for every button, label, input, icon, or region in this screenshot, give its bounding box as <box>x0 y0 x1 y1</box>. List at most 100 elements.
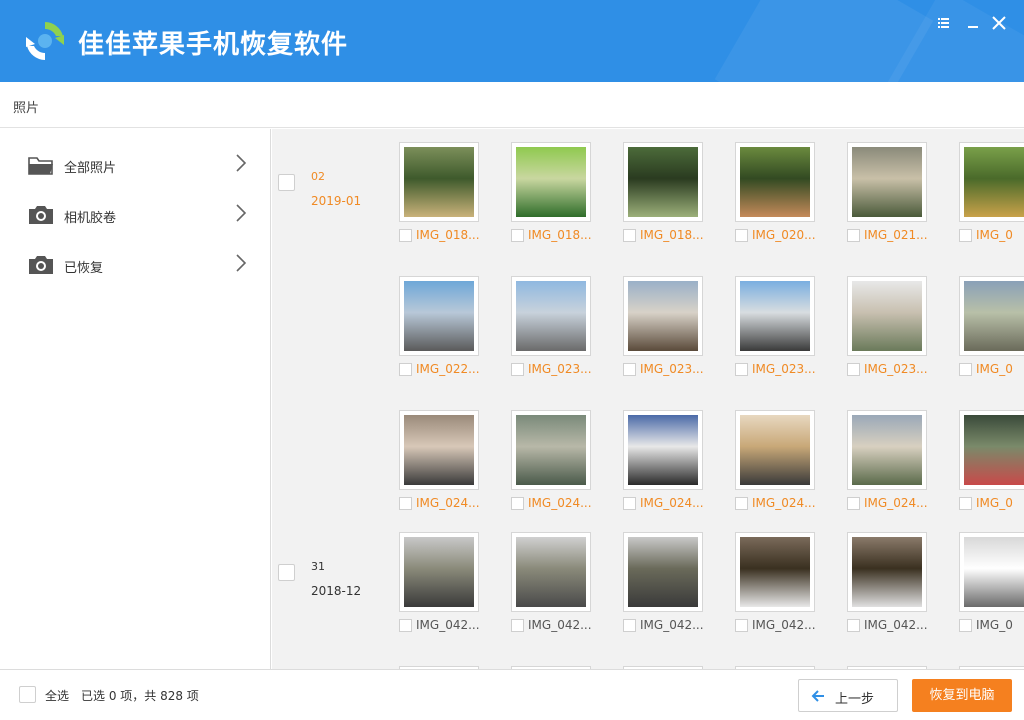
breadcrumb-label: 照片 <box>13 101 40 116</box>
select-all-checkbox[interactable] <box>19 686 36 703</box>
photo-thumbnail[interactable] <box>511 410 591 490</box>
photo-thumbnail[interactable] <box>959 276 1024 356</box>
photo-checkbox[interactable] <box>623 363 636 376</box>
group-checkbox[interactable] <box>278 564 295 581</box>
recover-to-computer-button[interactable]: 恢复到电脑 <box>912 679 1012 712</box>
photo-filename: IMG_042... <box>416 618 480 632</box>
photo-grid[interactable]: 02 2019-01 31 2018-12 IMG_018... IMG_018.… <box>272 129 1024 669</box>
photo-filename: IMG_024... <box>416 496 480 510</box>
photo-thumbnail[interactable] <box>399 276 479 356</box>
photo-thumbnail[interactable] <box>511 276 591 356</box>
photo-image <box>516 537 586 607</box>
sidebar-item-camera-roll[interactable]: 相机胶卷 <box>0 193 270 237</box>
photo-thumbnail[interactable] <box>735 142 815 222</box>
photo-thumbnail[interactable] <box>623 410 703 490</box>
photo-checkbox[interactable] <box>399 229 412 242</box>
sidebar-item-label: 全部照片 <box>64 161 117 176</box>
photo-filename: IMG_024... <box>752 496 816 510</box>
photo-checkbox[interactable] <box>511 363 524 376</box>
photo-filename: IMG_023... <box>752 362 816 376</box>
group-checkbox[interactable] <box>278 174 295 191</box>
group-month: 2018-12 <box>311 584 362 598</box>
photo-filename: IMG_042... <box>528 618 592 632</box>
photo-checkbox[interactable] <box>511 619 524 632</box>
photo-checkbox[interactable] <box>399 619 412 632</box>
photo-image <box>404 281 474 351</box>
app-logo-icon <box>26 22 64 60</box>
photo-checkbox[interactable] <box>623 619 636 632</box>
photo-thumbnail[interactable] <box>623 276 703 356</box>
previous-step-button[interactable]: 上一步 <box>798 679 898 712</box>
photo-thumbnail[interactable] <box>399 142 479 222</box>
photo-thumbnail[interactable] <box>847 276 927 356</box>
photo-filename: IMG_024... <box>640 496 704 510</box>
group-day: 02 <box>311 170 325 183</box>
photo-thumbnail[interactable] <box>399 532 479 612</box>
close-icon[interactable] <box>988 12 1010 34</box>
chevron-right-icon <box>236 254 247 272</box>
photo-checkbox[interactable] <box>735 619 748 632</box>
photo-filename: IMG_0 <box>976 228 1013 242</box>
photo-image <box>404 147 474 217</box>
sidebar-item-all-photos[interactable]: 全部照片 <box>0 143 270 187</box>
photo-image <box>852 147 922 217</box>
photo-checkbox[interactable] <box>511 229 524 242</box>
folder-icon <box>28 157 53 175</box>
photo-thumbnail[interactable] <box>735 276 815 356</box>
chevron-right-icon <box>236 154 247 172</box>
photo-thumbnail[interactable] <box>847 142 927 222</box>
select-all-label[interactable]: 全选 <box>45 687 69 704</box>
menu-icon[interactable] <box>932 12 954 34</box>
photo-thumbnail[interactable] <box>511 142 591 222</box>
photo-image <box>740 281 810 351</box>
photo-thumbnail[interactable] <box>623 532 703 612</box>
photo-checkbox[interactable] <box>735 229 748 242</box>
photo-thumbnail[interactable] <box>735 532 815 612</box>
photo-filename: IMG_022... <box>416 362 480 376</box>
photo-checkbox[interactable] <box>511 497 524 510</box>
app-title: 佳佳苹果手机恢复软件 <box>78 30 349 60</box>
minimize-icon[interactable] <box>962 12 984 34</box>
photo-image <box>852 415 922 485</box>
photo-thumbnail[interactable] <box>623 142 703 222</box>
photo-filename: IMG_0 <box>976 618 1013 632</box>
photo-image <box>740 147 810 217</box>
photo-checkbox[interactable] <box>959 619 972 632</box>
photo-checkbox[interactable] <box>959 363 972 376</box>
photo-thumbnail[interactable] <box>735 410 815 490</box>
photo-thumbnail[interactable] <box>847 532 927 612</box>
photo-image <box>628 281 698 351</box>
photo-filename: IMG_042... <box>640 618 704 632</box>
sidebar: 全部照片 相机胶卷 已恢复 <box>0 129 271 669</box>
photo-checkbox[interactable] <box>735 363 748 376</box>
photo-image <box>516 281 586 351</box>
photo-thumbnail[interactable] <box>847 410 927 490</box>
sidebar-item-label: 已恢复 <box>64 261 104 276</box>
photo-checkbox[interactable] <box>959 497 972 510</box>
photo-filename: IMG_018... <box>640 228 704 242</box>
photo-checkbox[interactable] <box>399 497 412 510</box>
photo-image <box>404 537 474 607</box>
photo-checkbox[interactable] <box>735 497 748 510</box>
photo-checkbox[interactable] <box>847 363 860 376</box>
photo-filename: IMG_024... <box>864 496 928 510</box>
photo-thumbnail[interactable] <box>959 142 1024 222</box>
photo-checkbox[interactable] <box>623 229 636 242</box>
sidebar-item-label: 相机胶卷 <box>64 211 117 226</box>
photo-filename: IMG_023... <box>640 362 704 376</box>
photo-checkbox[interactable] <box>399 363 412 376</box>
sidebar-item-recovered[interactable]: 已恢复 <box>0 243 270 287</box>
photo-image <box>404 415 474 485</box>
photo-thumbnail[interactable] <box>511 532 591 612</box>
photo-checkbox[interactable] <box>847 497 860 510</box>
photo-checkbox[interactable] <box>959 229 972 242</box>
photo-checkbox[interactable] <box>623 497 636 510</box>
photo-image <box>852 537 922 607</box>
photo-thumbnail[interactable] <box>399 410 479 490</box>
previous-step-label: 上一步 <box>835 692 875 707</box>
photo-checkbox[interactable] <box>847 229 860 242</box>
photo-image <box>516 415 586 485</box>
photo-thumbnail[interactable] <box>959 532 1024 612</box>
photo-checkbox[interactable] <box>847 619 860 632</box>
photo-thumbnail[interactable] <box>959 410 1024 490</box>
